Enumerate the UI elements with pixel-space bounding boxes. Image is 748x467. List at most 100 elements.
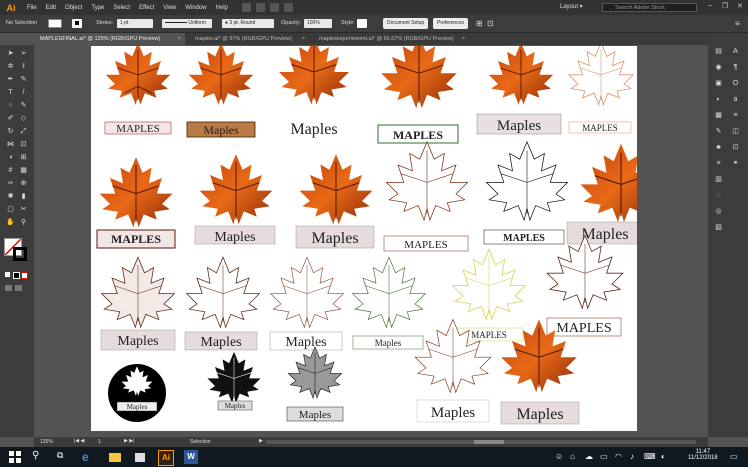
menu-help[interactable]: Help: [216, 5, 228, 11]
graphic-style-swatch[interactable]: [357, 19, 367, 28]
file-explorer-icon[interactable]: [108, 450, 122, 464]
blend-tool-icon[interactable]: ⊕: [19, 180, 28, 188]
selection-tool-icon[interactable]: ➤: [6, 50, 15, 58]
close-icon[interactable]: ✕: [734, 2, 746, 12]
panel-menu-icon[interactable]: ≡: [735, 19, 740, 28]
workspace-switcher[interactable]: Layout ▾: [560, 3, 583, 10]
word-icon[interactable]: W: [184, 450, 198, 464]
speaker-icon[interactable]: ◖: [660, 452, 665, 461]
ellipse-tool-icon[interactable]: ○: [6, 102, 15, 110]
links-icon[interactable]: ⚭: [730, 159, 741, 169]
paintbrush-tool-icon[interactable]: ✎: [19, 102, 28, 110]
lasso-tool-icon[interactable]: ℓ: [19, 63, 28, 71]
graphic-styles-icon[interactable]: ▧: [713, 223, 724, 233]
clock[interactable]: 11:47 11/12/2018: [688, 449, 718, 461]
stroke-panel-icon[interactable]: ≡: [713, 159, 724, 169]
zoom-level[interactable]: 125%: [40, 439, 53, 445]
shaper-tool-icon[interactable]: ✐: [6, 115, 15, 123]
bridge-icon[interactable]: [241, 3, 251, 12]
close-tab-icon[interactable]: ×: [302, 33, 305, 45]
properties-icon[interactable]: ▤: [713, 47, 724, 57]
type-tool-icon[interactable]: T: [6, 89, 15, 97]
swatches-icon[interactable]: ▦: [713, 111, 724, 121]
hand-tool-icon[interactable]: ✋: [6, 219, 15, 227]
menu-edit[interactable]: Edit: [46, 5, 56, 11]
draw-mode-icon[interactable]: [5, 285, 12, 291]
close-tab-icon[interactable]: ×: [462, 33, 465, 45]
onedrive-icon[interactable]: ☁: [585, 452, 593, 461]
perspective-grid-icon[interactable]: ⊞: [19, 154, 28, 162]
glyphs-icon[interactable]: a: [730, 95, 741, 105]
rotate-tool-icon[interactable]: ↻: [6, 128, 15, 136]
brushes-icon[interactable]: ✎: [713, 127, 724, 137]
shape-builder-icon[interactable]: ◑: [6, 154, 15, 162]
curvature-tool-icon[interactable]: ✎: [19, 76, 28, 84]
horizontal-scrollbar[interactable]: [266, 440, 696, 444]
people-icon[interactable]: ☺: [555, 452, 563, 461]
opentype-icon[interactable]: O: [730, 79, 741, 89]
menu-effect[interactable]: Effect: [139, 5, 154, 11]
mesh-tool-icon[interactable]: #: [6, 167, 15, 175]
screen-mode-icon[interactable]: [15, 285, 22, 291]
layers-icon[interactable]: ◉: [713, 63, 724, 73]
symbols-icon[interactable]: ♣: [713, 143, 724, 153]
volume-icon[interactable]: ♪: [630, 452, 634, 461]
keyboard-icon[interactable]: ⌨: [644, 452, 656, 461]
artboard-tool-icon[interactable]: ▢: [6, 206, 15, 214]
pathfinder-icon[interactable]: ◫: [730, 127, 741, 137]
default-colors-icon[interactable]: [5, 272, 10, 277]
network-icon[interactable]: ⌂: [570, 452, 575, 461]
transform-icon[interactable]: ⊡: [487, 19, 494, 28]
free-transform-icon[interactable]: ⊡: [19, 141, 28, 149]
menu-select[interactable]: Select: [113, 5, 130, 11]
artboard-number[interactable]: 1: [98, 439, 101, 445]
document-setup-button[interactable]: Document Setup: [383, 18, 429, 29]
variable-width-profile[interactable]: Uniform: [162, 19, 212, 28]
transparency-icon[interactable]: ◌: [713, 191, 724, 201]
align-panel-icon[interactable]: ≡: [730, 111, 741, 121]
preferences-button[interactable]: Preferences: [433, 18, 468, 29]
fill-swatch[interactable]: [48, 19, 62, 28]
color-icon[interactable]: ◐: [713, 95, 724, 105]
artboard[interactable]: MAPLES Maples Maples MAPLES Maples MAPLE…: [91, 35, 662, 431]
eyedropper-tool-icon[interactable]: ✑: [6, 180, 15, 188]
close-tab-icon[interactable]: ×: [178, 33, 181, 45]
battery-icon[interactable]: ▭: [600, 452, 608, 461]
appearance-icon[interactable]: ◎: [713, 207, 724, 217]
menu-file[interactable]: File: [27, 5, 37, 11]
stock-search-input[interactable]: Search Adobe Stock: [602, 3, 697, 12]
illustrator-taskbar-icon[interactable]: Ai: [158, 450, 174, 466]
next-artboard-icon[interactable]: ▶ ▶|: [124, 438, 134, 444]
scale-tool-icon[interactable]: ⤢: [19, 128, 28, 136]
direct-selection-tool-icon[interactable]: ➢: [19, 50, 28, 58]
slice-tool-icon[interactable]: ✂: [19, 206, 28, 214]
restore-icon[interactable]: ❐: [719, 2, 731, 12]
minimize-icon[interactable]: –: [704, 2, 716, 12]
status-arrow-icon[interactable]: ▶: [259, 438, 263, 444]
tab-maples[interactable]: maples.ai* @ 97% (RGB/GPU Preview) ×: [185, 33, 309, 45]
gradient-tool-icon[interactable]: ▦: [19, 167, 28, 175]
windows-start-icon[interactable]: [8, 450, 22, 464]
store-icon[interactable]: [133, 450, 147, 464]
edge-icon[interactable]: e: [82, 450, 96, 464]
menu-type[interactable]: Type: [91, 5, 104, 11]
brush-definition[interactable]: ● 3 pt. Round: [222, 19, 274, 28]
width-tool-icon[interactable]: ⋈: [6, 141, 15, 149]
stroke-swatch[interactable]: [72, 19, 82, 28]
menu-object[interactable]: Object: [65, 5, 82, 11]
character-icon[interactable]: A: [730, 47, 741, 57]
wifi-icon[interactable]: ◠: [615, 452, 622, 461]
stroke-weight-field[interactable]: 1 pt: [117, 19, 153, 28]
magic-wand-icon[interactable]: ✲: [6, 63, 15, 71]
tab-maplesfinal[interactable]: MAPLESFINAL.ai* @ 125% (RGB/GPU Preview)…: [30, 33, 185, 45]
eraser-tool-icon[interactable]: ◇: [19, 115, 28, 123]
graph-tool-icon[interactable]: ▮: [19, 193, 28, 201]
transform-panel-icon[interactable]: ⊡: [730, 143, 741, 153]
stock-icon[interactable]: [255, 3, 265, 12]
pen-tool-icon[interactable]: ✒: [6, 76, 15, 84]
task-view-icon[interactable]: ⧉: [57, 450, 71, 464]
zoom-tool-icon[interactable]: ⚲: [19, 219, 28, 227]
stroke-color-swatch[interactable]: [13, 247, 27, 261]
menu-window[interactable]: Window: [185, 5, 206, 11]
color-mode-icon[interactable]: [13, 272, 20, 279]
